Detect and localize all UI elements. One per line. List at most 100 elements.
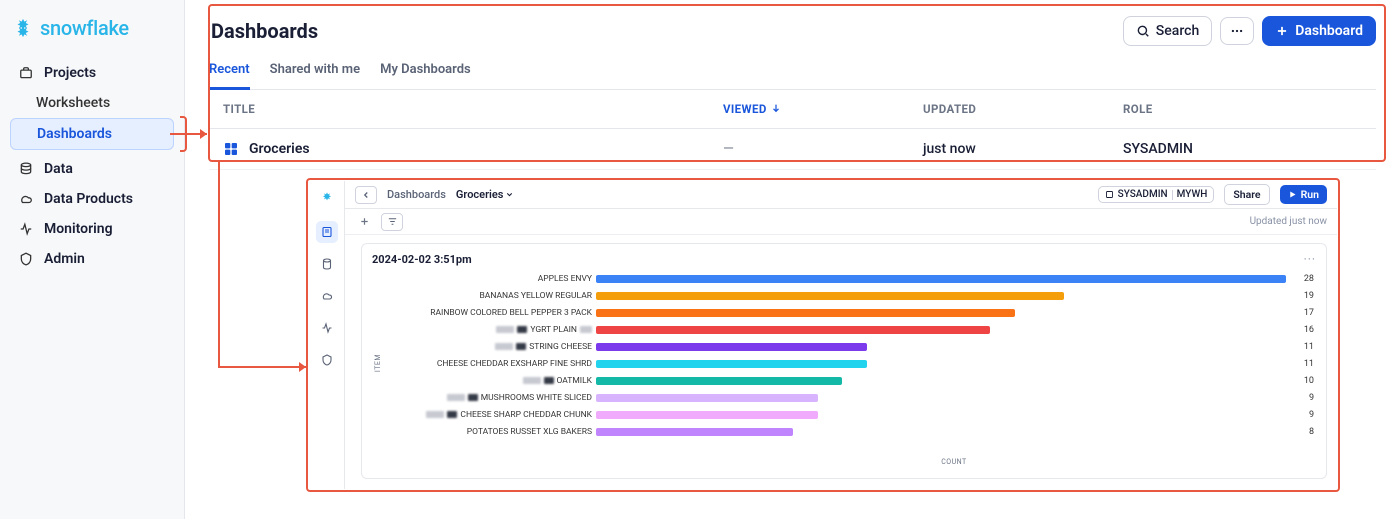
- col-role[interactable]: ROLE: [1123, 102, 1376, 116]
- col-title[interactable]: TITLE: [223, 102, 723, 116]
- sidebar-item-admin[interactable]: Admin: [10, 244, 174, 274]
- search-icon: [1136, 24, 1150, 38]
- chart-category-label: BANANAS YELLOW REGULAR: [384, 287, 596, 304]
- chart-card: 2024-02-02 3:51pm ··· ITEM APPLES ENVYBA…: [361, 243, 1327, 479]
- sidebar-item-data[interactable]: Data: [10, 154, 174, 184]
- chart-bar: [596, 343, 867, 351]
- snowflake-icon: [12, 17, 34, 39]
- search-button[interactable]: Search: [1123, 16, 1212, 46]
- logo-text: snowflake: [40, 16, 129, 40]
- chart-bar: [596, 360, 867, 368]
- table-row[interactable]: Groceries — just now SYSADMIN: [209, 129, 1376, 170]
- inset-toolbar: Updated just now: [345, 209, 1337, 235]
- page-title: Dashboards: [211, 19, 318, 43]
- shield-icon: [321, 354, 333, 366]
- sidebar: snowflake Projects Worksheets Dashboards…: [0, 0, 185, 519]
- chevron-down-icon: [505, 190, 514, 199]
- plus-icon: [1275, 24, 1289, 38]
- sidebar-item-dashboards[interactable]: Dashboards: [10, 118, 174, 150]
- chart-bar: [596, 326, 990, 334]
- sidebar-item-projects[interactable]: Projects: [10, 58, 174, 88]
- chart-bar: [596, 292, 1064, 300]
- chart-value-label: 28: [1286, 270, 1316, 287]
- rail-data[interactable]: [316, 253, 338, 275]
- snowflake-icon: [319, 191, 335, 211]
- rail-admin[interactable]: [316, 349, 338, 371]
- tab-recent[interactable]: Recent: [209, 62, 250, 90]
- sidebar-item-label: Projects: [44, 65, 96, 81]
- chart-bars: [596, 270, 1286, 456]
- chart-bar: [596, 394, 818, 402]
- sidebar-item-data-products[interactable]: Data Products: [10, 184, 174, 214]
- tab-shared[interactable]: Shared with me: [270, 62, 360, 89]
- chart-bar: [596, 377, 842, 385]
- updated-text: Updated just now: [1250, 216, 1327, 227]
- chart-category-label: CHEESE SHARP CHEDDAR CHUNK: [384, 406, 596, 423]
- role-icon: [1105, 190, 1114, 199]
- rail-monitoring[interactable]: [316, 317, 338, 339]
- chart-title: 2024-02-02 3:51pm: [372, 253, 472, 266]
- chart-category-label: STRING CHEESE: [384, 338, 596, 355]
- sidebar-item-worksheets[interactable]: Worksheets: [10, 88, 174, 118]
- row-title-text: Groceries: [249, 141, 310, 157]
- more-button[interactable]: [1220, 17, 1254, 45]
- chart-bar: [596, 309, 1015, 317]
- sidebar-item-monitoring[interactable]: Monitoring: [10, 214, 174, 244]
- chart-value-label: 10: [1286, 372, 1316, 389]
- play-icon: [1288, 190, 1297, 199]
- breadcrumb-current[interactable]: Groceries: [456, 188, 515, 201]
- context-role: SYSADMIN: [1118, 189, 1168, 200]
- filter-icon: [387, 216, 398, 227]
- database-icon: [18, 161, 34, 177]
- chart-value-label: 9: [1286, 389, 1316, 406]
- chart-ylabel: ITEM: [372, 354, 384, 372]
- inset-rail: [309, 181, 345, 489]
- chart-category-label: RAINBOW COLORED BELL PEPPER 3 PACK: [384, 304, 596, 321]
- sidebar-item-label: Admin: [44, 251, 85, 267]
- col-viewed[interactable]: VIEWED: [723, 102, 923, 116]
- activity-icon: [321, 322, 333, 334]
- cloud-icon: [18, 191, 34, 207]
- filter-button[interactable]: [381, 213, 403, 231]
- projects-icon: [18, 65, 34, 81]
- chart-value-label: 16: [1286, 321, 1316, 338]
- tab-my-dashboards[interactable]: My Dashboards: [380, 62, 471, 89]
- chart-value-label: 11: [1286, 338, 1316, 355]
- chart-category-label: OATMILK: [384, 372, 596, 389]
- breadcrumb-parent[interactable]: Dashboards: [387, 188, 446, 201]
- rail-worksheets[interactable]: [316, 221, 338, 243]
- context-warehouse: MYWH: [1177, 189, 1208, 200]
- rail-cloud[interactable]: [316, 285, 338, 307]
- dashboard-icon: [223, 141, 239, 157]
- chart-value-label: 9: [1286, 406, 1316, 423]
- annotation-arrow: [200, 129, 207, 139]
- plus-icon: [359, 216, 370, 227]
- cloud-icon: [321, 290, 333, 302]
- back-button[interactable]: [355, 186, 377, 204]
- chart-value-label: 17: [1286, 304, 1316, 321]
- sidebar-item-label: Monitoring: [44, 221, 113, 237]
- chevron-left-icon: [361, 190, 371, 200]
- row-viewed: —: [723, 141, 923, 157]
- context-chip[interactable]: SYSADMIN MYWH: [1098, 186, 1215, 203]
- chart-value-label: 19: [1286, 287, 1316, 304]
- annotation-connector: [218, 162, 220, 368]
- new-dashboard-button[interactable]: Dashboard: [1262, 16, 1376, 46]
- chart-category-label: POTATOES RUSSET XLG BAKERS: [384, 423, 596, 440]
- inset-topbar: Dashboards Groceries SYSADMIN MYWH Share…: [345, 181, 1337, 209]
- table-header: TITLE VIEWED UPDATED ROLE: [209, 90, 1376, 129]
- run-button[interactable]: Run: [1280, 185, 1327, 204]
- share-button[interactable]: Share: [1224, 184, 1269, 205]
- sidebar-item-label: Dashboards: [37, 126, 112, 142]
- dashboard-inset: Dashboards Groceries SYSADMIN MYWH Share…: [309, 181, 1337, 489]
- add-tile-button[interactable]: [355, 213, 373, 231]
- sort-desc-icon: [771, 102, 781, 116]
- activity-icon: [18, 221, 34, 237]
- worksheet-icon: [321, 226, 333, 238]
- sidebar-item-label: Data: [44, 161, 73, 177]
- chart-bar: [596, 428, 793, 436]
- card-more-button[interactable]: ···: [1304, 252, 1316, 266]
- chart-categories: APPLES ENVYBANANAS YELLOW REGULARRAINBOW…: [384, 270, 596, 456]
- chart-value-label: 11: [1286, 355, 1316, 372]
- col-updated[interactable]: UPDATED: [923, 102, 1123, 116]
